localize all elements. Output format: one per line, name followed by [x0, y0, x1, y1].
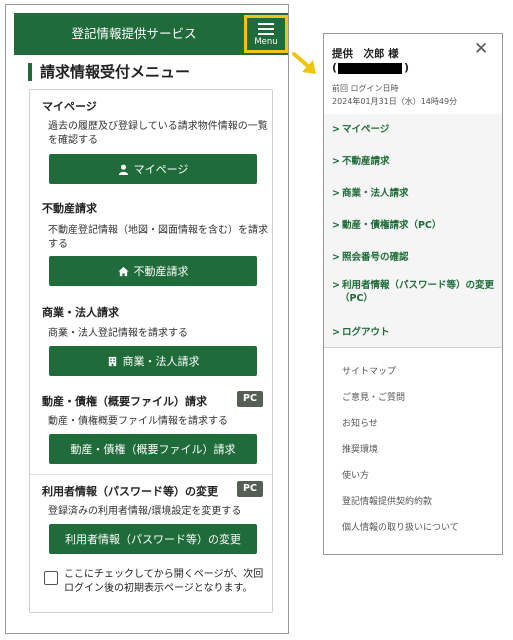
side-nav-item-mypage[interactable]: > マイページ	[332, 123, 497, 136]
menu-button[interactable]: Menu	[244, 15, 288, 53]
house-icon	[117, 266, 129, 276]
section-desc-corporate: 商業・法人登記情報を請求する	[48, 328, 188, 339]
hamburger-icon	[258, 23, 274, 38]
link-sitemap[interactable]: サイトマップ	[342, 364, 396, 377]
movables-request-label: 動産・債権（概要ファイル）請求	[70, 443, 236, 456]
last-login-label: 前回 ログイン日時	[332, 84, 399, 93]
side-nav-label: 不動産請求	[341, 156, 390, 167]
section-desc-mypage: 過去の履歴及び登録している請求物件情報の一覧を確認する	[48, 121, 268, 146]
userinfo-change-label: 利用者情報（パスワード等）の変更	[65, 533, 241, 546]
section-title-movables: 動産・債権（概要ファイル）請求	[42, 395, 207, 408]
user-id-close-paren: )	[404, 61, 410, 74]
side-nav-item-userinfo[interactable]: > 利用者情報（パスワード等）の変更（PC）	[332, 279, 497, 305]
chevron-right-icon: >	[332, 280, 340, 291]
link-how-to-use[interactable]: 使い方	[342, 468, 369, 481]
close-icon[interactable]: ✕	[474, 39, 488, 59]
link-news[interactable]: お知らせ	[342, 416, 378, 429]
side-nav-item-movables[interactable]: > 動産・債権請求（PC）	[332, 219, 497, 232]
chevron-right-icon: >	[332, 220, 340, 231]
section-title-userinfo: 利用者情報（パスワード等）の変更	[42, 485, 218, 498]
user-id-open-paren: (	[332, 61, 338, 74]
side-nav-item-reference-number[interactable]: > 照会番号の確認	[332, 251, 497, 264]
user-name: 提供 次郎 様	[332, 48, 399, 60]
realestate-request-button[interactable]: 不動産請求	[49, 256, 257, 286]
section-desc-realestate: 不動産登記情報（地図・図面情報を含む）を請求する	[48, 225, 268, 250]
side-nav-label: 照会番号の確認	[341, 252, 409, 263]
userinfo-change-button[interactable]: 利用者情報（パスワード等）の変更	[49, 524, 257, 554]
building-icon	[108, 356, 116, 366]
section-title-realestate: 不動産請求	[42, 202, 97, 215]
pc-badge-movables: PC	[237, 391, 263, 407]
side-nav-label: ログアウト	[341, 327, 390, 338]
menu-label: Menu	[254, 37, 278, 47]
mypage-button[interactable]: マイページ	[49, 154, 257, 184]
site-title: 登記情報提供サービス	[71, 26, 197, 41]
link-terms[interactable]: 登記情報提供契約約款	[342, 494, 432, 507]
redacted-user-id	[338, 63, 402, 74]
realestate-request-label: 不動産請求	[133, 265, 189, 278]
corporate-request-button[interactable]: 商業・法人請求	[49, 346, 257, 376]
chevron-right-icon: >	[332, 252, 340, 263]
side-nav-item-corporate[interactable]: > 商業・法人請求	[332, 187, 497, 200]
side-nav-divider	[324, 347, 502, 348]
link-feedback[interactable]: ご意見・ご質問	[342, 390, 405, 403]
link-recommended-env[interactable]: 推奨環境	[342, 442, 378, 455]
menu-card: マイページ 過去の履歴及び登録している請求物件情報の一覧を確認する マイページ …	[29, 89, 273, 613]
mypage-button-label: マイページ	[133, 163, 189, 176]
movables-request-button[interactable]: 動産・債権（概要ファイル）請求	[49, 434, 257, 464]
side-menu-panel: 提供 次郎 様 ( ) ✕ 前回 ログイン日時 2024年01月31日（水）14…	[323, 33, 503, 555]
chevron-right-icon: >	[332, 124, 340, 135]
section-title-corporate: 商業・法人請求	[42, 306, 119, 319]
section-desc-userinfo: 登録済みの利用者情報/環境設定を変更する	[48, 506, 242, 517]
chevron-right-icon: >	[332, 156, 340, 167]
chevron-right-icon: >	[332, 327, 340, 338]
last-login-value: 2024年01月31日（水）14時49分	[332, 97, 458, 106]
section-title-mypage: マイページ	[42, 100, 97, 113]
side-nav: > マイページ > 不動産請求 > 商業・法人請求 > 動産・債権請求（PC） > 照会番…	[324, 114, 502, 347]
side-nav-label: 商業・法人請求	[341, 188, 409, 199]
corporate-request-label: 商業・法人請求	[122, 355, 200, 368]
side-nav-label: マイページ	[341, 124, 390, 135]
side-nav-label: 利用者情報（パスワード等）の変更（PC）	[340, 280, 494, 304]
main-screen: 登記情報提供サービス Menu 請求情報受付メニュー マイページ 過去の履歴及び…	[5, 4, 289, 634]
default-page-checkbox-label: ここにチェックしてから開くページが、次回ログイン後の初期表示ページとなります。	[64, 569, 264, 594]
chevron-right-icon: >	[332, 188, 340, 199]
pc-badge-userinfo: PC	[237, 481, 263, 497]
side-nav-label: 動産・債権請求（PC）	[341, 220, 442, 231]
section-desc-movables: 動産・債権概要ファイル情報を請求する	[48, 416, 228, 427]
side-nav-item-realestate[interactable]: > 不動産請求	[332, 155, 497, 168]
link-privacy[interactable]: 個人情報の取り扱いについて	[342, 520, 459, 533]
section-divider	[30, 474, 272, 475]
person-icon	[118, 164, 128, 175]
page-title: 請求情報受付メニュー	[28, 63, 190, 81]
side-nav-item-logout[interactable]: > ログアウト	[332, 326, 497, 339]
arrow-icon	[292, 52, 316, 74]
header-bar: 登記情報提供サービス Menu	[14, 13, 288, 55]
default-page-checkbox[interactable]	[44, 571, 58, 585]
